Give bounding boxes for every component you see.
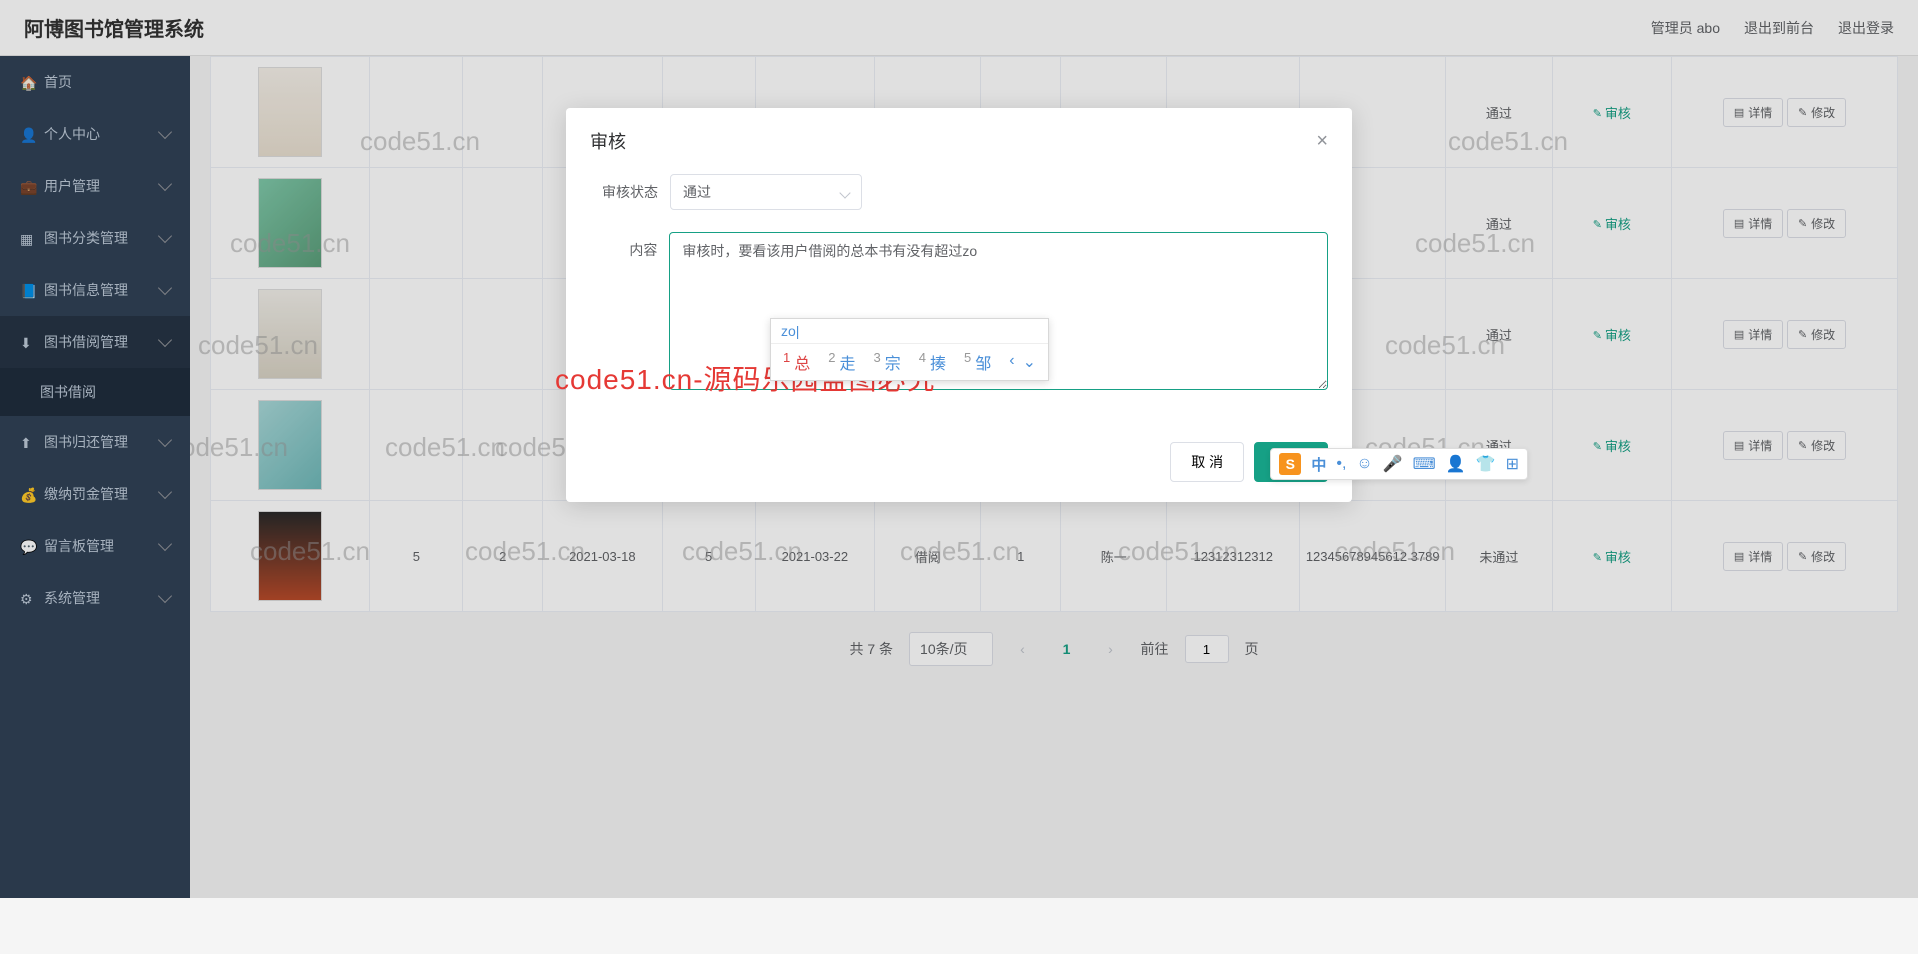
modal-body: 审核状态 通过 内容 (566, 164, 1352, 432)
modal-footer: 取 消 确 定 (566, 432, 1352, 502)
ime-nav[interactable]: ‹⌄ (1009, 352, 1036, 372)
modal-header: 审核 × (566, 108, 1352, 164)
ime-shirt-icon[interactable]: 👕 (1476, 454, 1496, 474)
audit-modal: 审核 × 审核状态 通过 内容 取 消 确 定 (566, 108, 1352, 502)
status-select[interactable]: 通过 (670, 174, 862, 210)
status-label: 审核状态 (590, 174, 670, 210)
ime-candidate[interactable]: 4揍 (919, 350, 946, 374)
ime-candidates: 1总 2走 3宗 4揍 5邹 ‹⌄ (771, 344, 1048, 380)
ime-candidate[interactable]: 1总 (783, 350, 810, 374)
close-icon[interactable]: × (1316, 130, 1328, 153)
ime-mic-icon[interactable]: 🎤 (1383, 454, 1403, 474)
ime-candidate[interactable]: 5邹 (964, 350, 991, 374)
ime-grid-icon[interactable]: ⊞ (1506, 454, 1519, 474)
chevron-down-icon[interactable]: ⌄ (1023, 352, 1036, 372)
ime-user-icon[interactable]: 👤 (1446, 454, 1466, 474)
ime-popup: zo| 1总 2走 3宗 4揍 5邹 ‹⌄ (770, 318, 1049, 381)
ime-input-preview: zo| (771, 319, 1048, 344)
ime-keyboard-icon[interactable]: ⌨ (1413, 454, 1436, 474)
modal-title: 审核 (590, 128, 626, 154)
ime-punct-icon[interactable]: •, (1336, 455, 1346, 473)
ime-lang-toggle[interactable]: 中 (1311, 454, 1326, 475)
ime-candidate[interactable]: 2走 (828, 350, 855, 374)
ime-logo-icon: S (1279, 453, 1301, 475)
chevron-left-icon[interactable]: ‹ (1009, 352, 1014, 372)
ime-candidate[interactable]: 3宗 (874, 350, 901, 374)
ime-toolbar[interactable]: S 中 •, ☺ 🎤 ⌨ 👤 👕 ⊞ (1270, 448, 1528, 480)
ime-emoji-icon[interactable]: ☺ (1356, 455, 1372, 473)
content-label: 内容 (590, 232, 669, 268)
cancel-button[interactable]: 取 消 (1170, 442, 1244, 482)
